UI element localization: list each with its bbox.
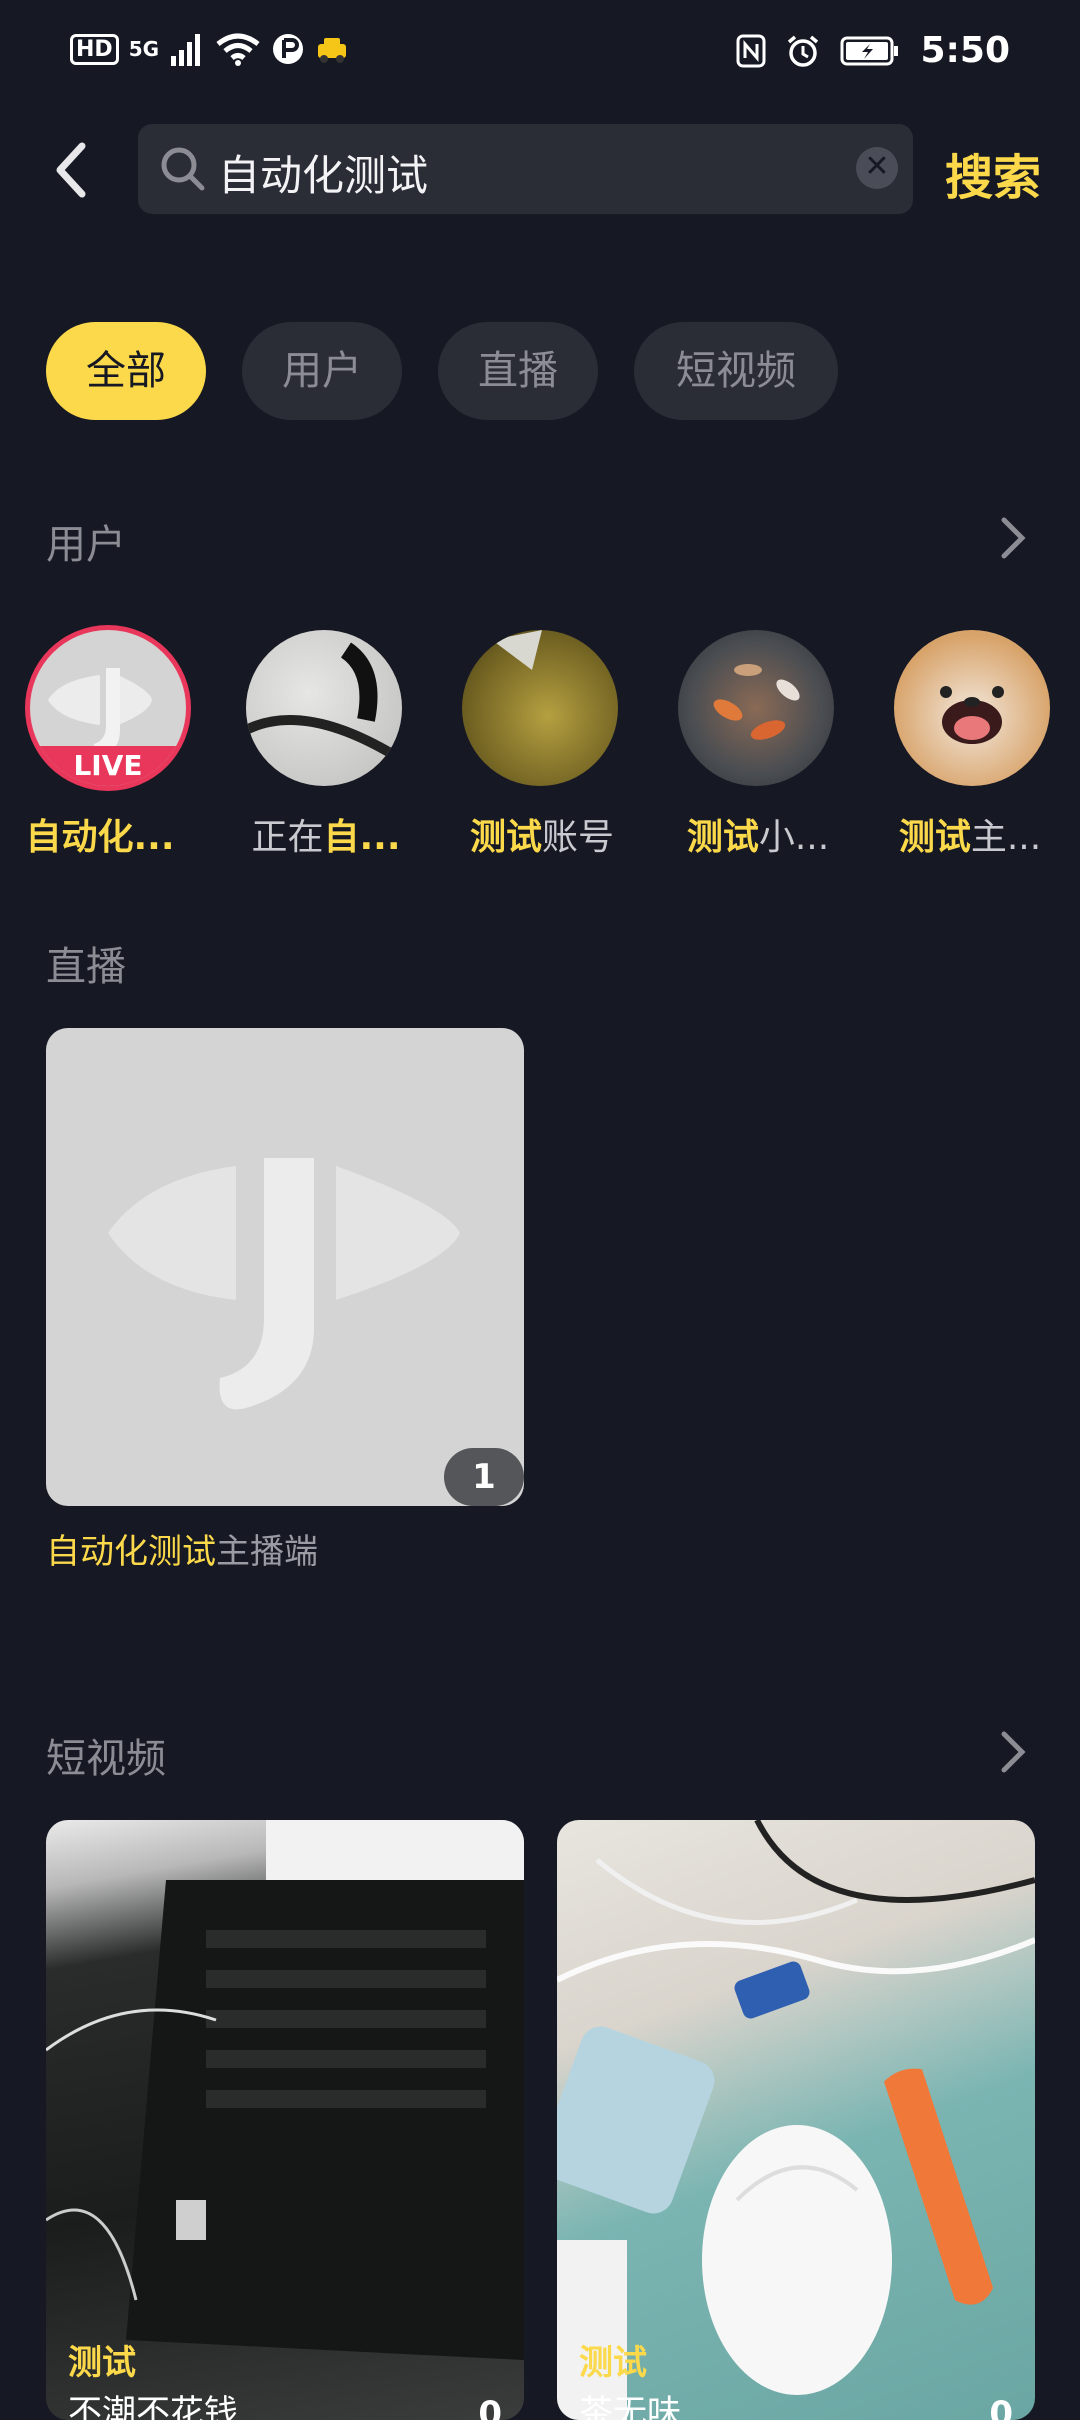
- search-input[interactable]: 自动化测试: [218, 142, 428, 203]
- video-card[interactable]: 测试 不潮不花钱 0: [46, 1820, 524, 2420]
- users-more-button[interactable]: [998, 514, 1028, 566]
- video-thumbnail: [46, 1820, 524, 2360]
- avatar-photo: [246, 642, 402, 765]
- user-name: 测试账号: [469, 817, 615, 858]
- back-button[interactable]: [44, 136, 100, 204]
- videos-more-button[interactable]: [998, 1728, 1028, 1780]
- clock: 5:50: [920, 30, 1010, 71]
- tab-short-video[interactable]: 短视频: [634, 322, 838, 420]
- video-tag: 测试: [68, 2343, 136, 2383]
- live-badge: LIVE: [30, 746, 186, 786]
- clear-search-button[interactable]: ✕: [856, 147, 898, 189]
- live-card[interactable]: [46, 1028, 524, 1506]
- tab-all[interactable]: 全部: [46, 322, 206, 420]
- status-right: 5:50: [736, 30, 1010, 71]
- network-type: 5G: [128, 37, 160, 61]
- status-left: HD 5G: [70, 32, 349, 66]
- video-subtitle: 不潮不花钱: [68, 2393, 238, 2420]
- placeholder-logo-icon: [108, 1158, 460, 1410]
- close-icon: ✕: [864, 149, 890, 184]
- live-section-title: 直播: [46, 944, 126, 990]
- user-item[interactable]: 测试主...: [894, 630, 1054, 858]
- avatar: LIVE: [30, 630, 186, 786]
- hd-indicator: HD: [70, 33, 119, 65]
- video-thumbnail: [557, 1820, 1035, 2420]
- user-item[interactable]: LIVE 自动化...: [25, 630, 190, 858]
- avatar-photo: [492, 630, 542, 670]
- viewer-count-badge: 1: [444, 1448, 524, 1506]
- avatar: [894, 630, 1050, 786]
- video-tag: 测试: [579, 2343, 647, 2383]
- video-card[interactable]: 测试 茶无味 0: [557, 1820, 1035, 2420]
- chevron-left-icon: [56, 142, 86, 198]
- tab-live[interactable]: 直播: [438, 322, 598, 420]
- wifi-icon: [216, 33, 260, 66]
- users-section-title: 用户: [46, 522, 126, 568]
- user-name: 自动化...: [25, 817, 175, 858]
- avatar: [462, 630, 618, 786]
- user-item[interactable]: 测试小...: [678, 630, 838, 858]
- video-like-count: 0: [989, 2394, 1013, 2420]
- live-card-title[interactable]: 自动化测试主播端: [46, 1524, 318, 1573]
- taxi-icon: [318, 38, 347, 63]
- avatar: [678, 630, 834, 786]
- tab-users[interactable]: 用户: [242, 322, 402, 420]
- search-icon: [161, 147, 205, 191]
- user-item[interactable]: 测试账号: [462, 630, 622, 858]
- user-name: 测试主...: [898, 817, 1042, 858]
- user-item[interactable]: 正在自...: [246, 630, 406, 858]
- video-section-title: 短视频: [46, 1736, 166, 1782]
- search-bar[interactable]: 自动化测试 ✕: [138, 124, 913, 214]
- alarm-icon: [788, 35, 819, 67]
- user-name: 正在自...: [251, 817, 401, 858]
- nfc-icon: [736, 34, 766, 67]
- user-name: 测试小...: [686, 817, 830, 858]
- avatar: [246, 630, 402, 786]
- app-notification-icon: [273, 34, 304, 64]
- video-subtitle: 茶无味: [579, 2393, 681, 2420]
- chevron-right-icon: [1001, 1731, 1026, 1773]
- video-like-count: 0: [478, 2394, 502, 2420]
- battery-icon: [840, 36, 899, 65]
- chevron-right-icon: [1001, 517, 1026, 559]
- avatar-photo: [940, 686, 1004, 744]
- status-bar: HD 5G 5:50: [0, 0, 1080, 104]
- signal-icon: [171, 34, 201, 66]
- avatar-photo: [713, 664, 800, 740]
- search-button[interactable]: 搜索: [945, 138, 1041, 208]
